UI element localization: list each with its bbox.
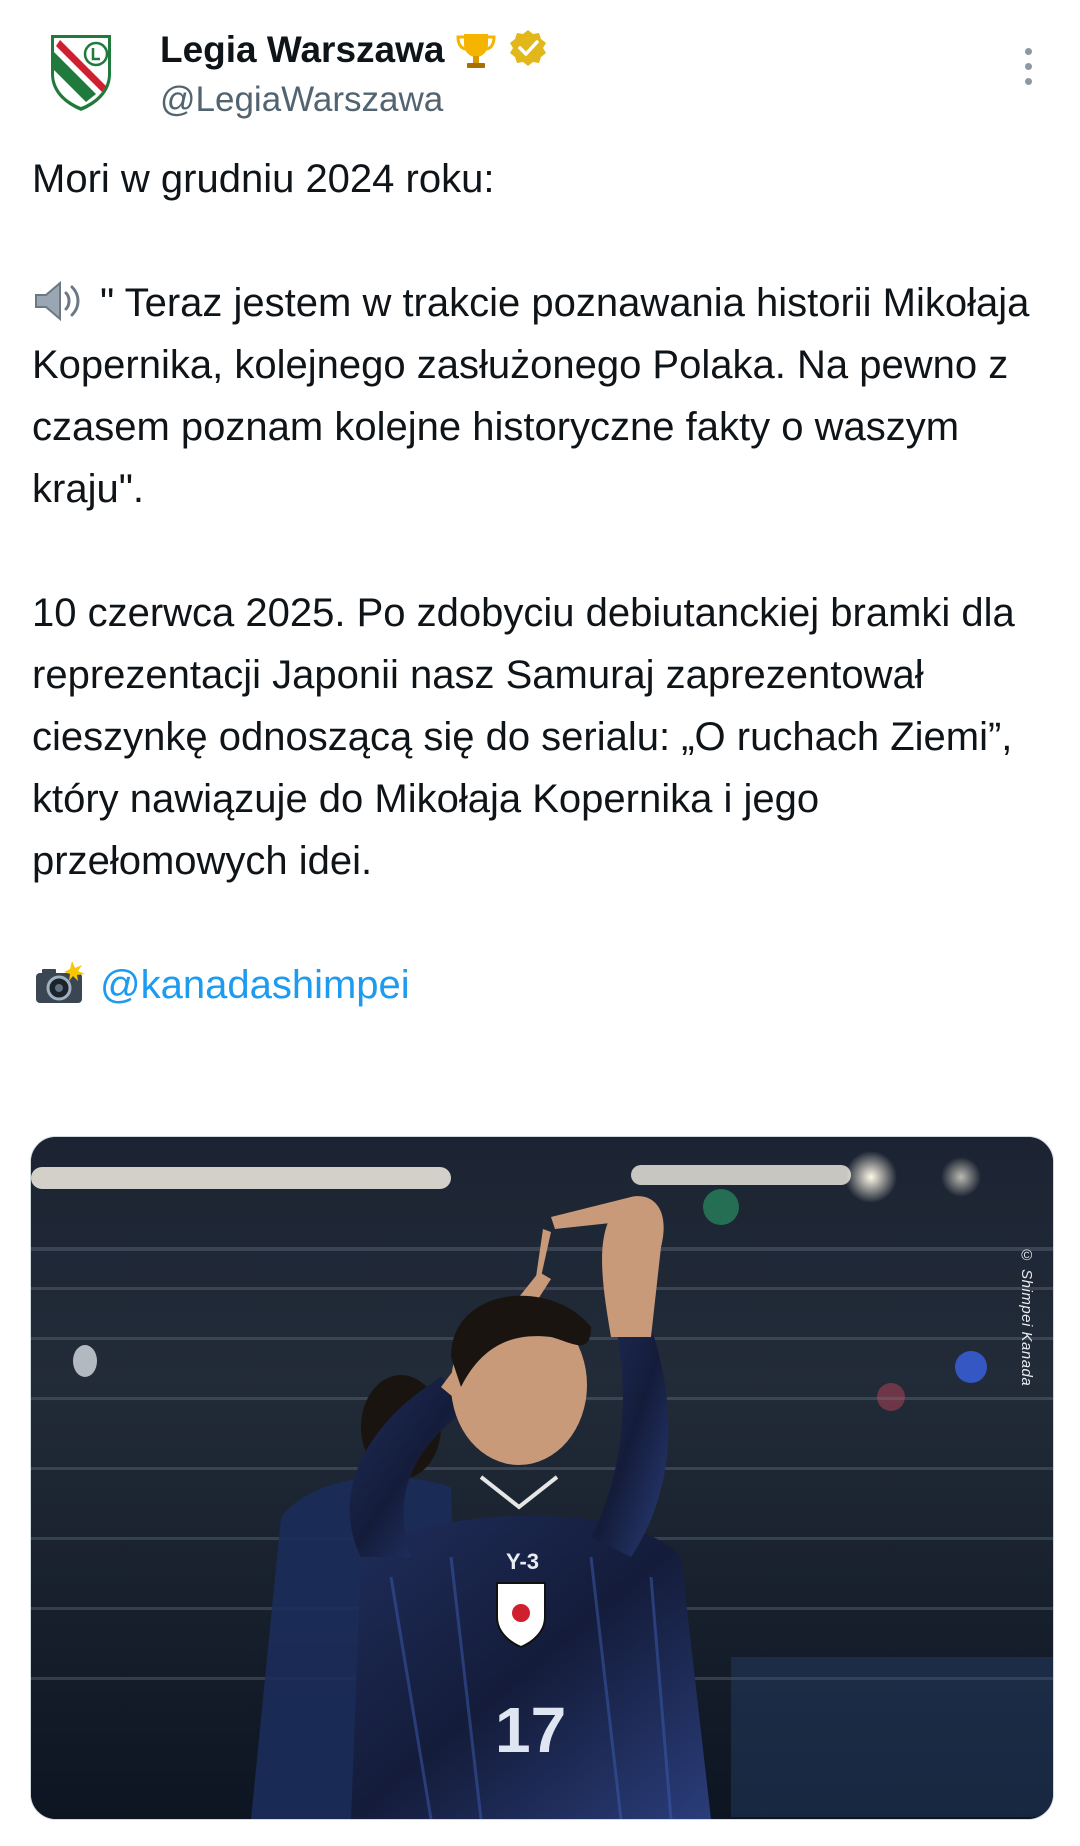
camera-flash-icon [32,959,88,1007]
tweet-line-intro: Mori w grudniu 2024 roku: [32,157,495,201]
trophy-icon [454,28,498,72]
display-name[interactable]: Legia Warszawa [160,29,444,71]
more-options-icon[interactable] [1018,48,1038,92]
display-name-row: Legia Warszawa [160,28,552,72]
photographer-mention-link[interactable]: @kanadashimpei [100,963,410,1007]
photo-credit-line: @kanadashimpei [32,954,1052,1016]
tweet-paragraph-2: 10 czerwca 2025. Po zdobyciu debiutancki… [32,591,1015,883]
account-handle[interactable]: @LegiaWarszawa [160,80,443,120]
tweet-quote-paragraph: " Teraz jestem w trakcie poznawania hist… [32,272,1052,520]
tweet-photo[interactable]: Y-3 17 © Shimpei Kanada [30,1136,1054,1820]
tweet-header: Legia Warszawa @LegiaWarszawa [0,0,1080,140]
jersey-brand-text: Y-3 [506,1549,539,1574]
legia-crest-avatar[interactable] [46,30,116,114]
tweet-text: Mori w grudniu 2024 roku: " Teraz jestem… [32,148,1052,1016]
speaker-icon [32,277,88,325]
football-celebration-photo: Y-3 17 [31,1137,1053,1819]
photo-watermark: © Shimpei Kanada [1018,1247,1035,1387]
verified-badge-icon[interactable] [508,28,552,72]
tweet-quote-text: " Teraz jestem w trakcie poznawania hist… [32,281,1030,511]
jersey-number-text: 17 [495,1694,566,1766]
